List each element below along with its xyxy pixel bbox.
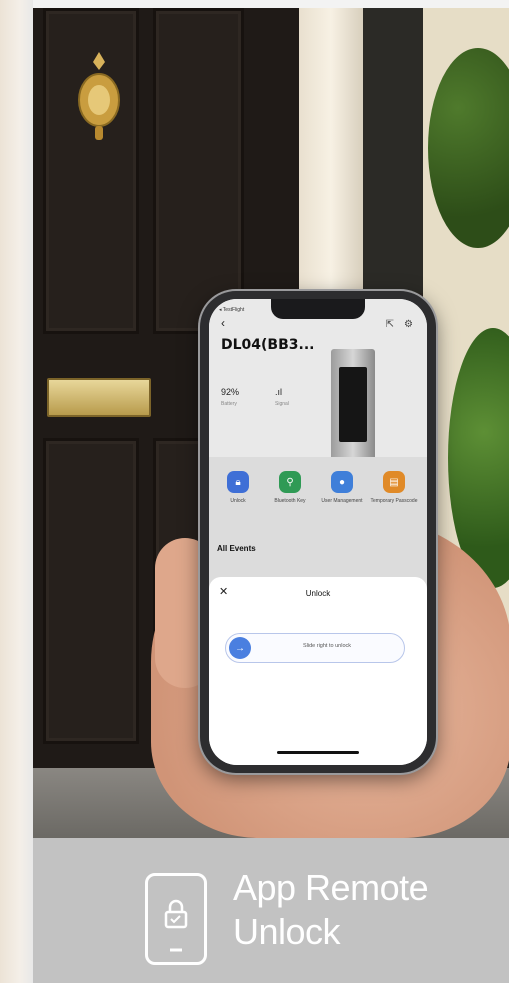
slider-label: Slide right to unlock [303, 643, 351, 649]
feature-card: ◂ TestFlight ‹ ⇱ ⚙ DL04(BB3... 92% Batte… [33, 8, 509, 983]
caption-bar: App Remote Unlock [33, 838, 509, 983]
signal-label: Signal [275, 401, 289, 407]
side-window [363, 8, 423, 293]
settings-icon[interactable]: ⚙ [404, 319, 413, 330]
share-icon[interactable]: ⇱ [386, 319, 394, 330]
door-photo: ◂ TestFlight ‹ ⇱ ⚙ DL04(BB3... 92% Batte… [33, 8, 509, 838]
slide-to-unlock-slider[interactable]: → Slide right to unlock [225, 633, 405, 663]
door-knocker-icon [78, 52, 120, 140]
modal-title: Unlock [305, 589, 331, 598]
battery-value: 92% [221, 387, 240, 397]
arrow-right-icon[interactable]: → [229, 637, 251, 659]
phone-lock-icon [145, 873, 207, 965]
lock-icon: 🔒︎ [227, 471, 249, 493]
action-bluetooth-key[interactable]: ⚲ Bluetooth Key [265, 471, 315, 504]
action-unlock[interactable]: 🔒︎ Unlock [213, 471, 263, 504]
status-bar: ◂ TestFlight [219, 307, 245, 313]
action-user-management[interactable]: ● User Management [317, 471, 367, 504]
events-heading: All Events [217, 544, 256, 553]
back-icon[interactable]: ‹ [221, 317, 225, 329]
feature-title: App Remote Unlock [233, 867, 429, 952]
left-edge-background [0, 0, 33, 983]
phone-screen: ◂ TestFlight ‹ ⇱ ⚙ DL04(BB3... 92% Batte… [209, 299, 427, 765]
quick-actions: 🔒︎ Unlock ⚲ Bluetooth Key ● User Managem… [209, 471, 427, 531]
user-icon: ● [331, 471, 353, 493]
home-indicator [277, 751, 359, 754]
smartphone: ◂ TestFlight ‹ ⇱ ⚙ DL04(BB3... 92% Batte… [200, 291, 436, 773]
action-temporary-passcode[interactable]: ▤ Temporary Passcode [369, 471, 419, 504]
signal-icon: .ıl [275, 387, 283, 397]
device-name: DL04(BB3... [221, 337, 315, 353]
key-icon: ⚲ [279, 471, 301, 493]
mail-slot [47, 378, 151, 417]
battery-label: Battery [221, 401, 237, 407]
passcode-icon: ▤ [383, 471, 405, 493]
smart-lock-image [331, 349, 375, 469]
unlock-modal: ✕ Unlock → Slide right to unlock [209, 577, 427, 765]
